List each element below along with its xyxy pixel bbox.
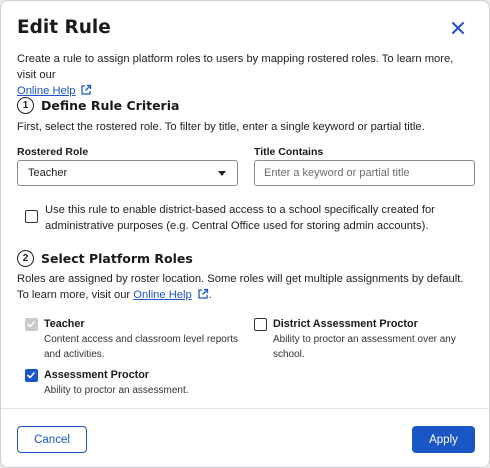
cancel-button[interactable]: Cancel: [17, 426, 87, 453]
rostered-role-value: Teacher: [28, 167, 68, 179]
section1-description: First, select the rostered role. To filt…: [17, 121, 425, 133]
teacher-role-checkbox: [25, 318, 38, 331]
district-access-checkbox[interactable]: [25, 210, 38, 223]
edit-rule-dialog: Edit Rule Create a rule to assign platfo…: [0, 0, 490, 468]
external-link-icon[interactable]: [197, 288, 209, 300]
checkmark-icon: [26, 371, 36, 379]
intro-text-block: Create a rule to assign platform roles t…: [17, 51, 475, 99]
section2-description-block: Roles are assigned by roster location. S…: [17, 273, 464, 301]
title-contains-label: Title Contains: [254, 146, 324, 158]
close-button[interactable]: [449, 19, 467, 37]
step-number-badge: 1: [17, 96, 34, 114]
section-select-platform-roles: 2 Select Platform Roles: [17, 248, 193, 268]
dialog-title: Edit Rule: [17, 17, 111, 38]
step-number-badge: 2: [17, 249, 34, 267]
assessment-proctor-name: Assessment Proctor: [44, 369, 150, 381]
teacher-role-description: Content access and classroom level repor…: [44, 334, 238, 360]
section-title: Define Rule Criteria: [41, 97, 180, 113]
online-help-link[interactable]: Online Help: [133, 289, 191, 301]
section-define-rule-criteria: 1 Define Rule Criteria: [17, 95, 179, 115]
checkmark-icon: [26, 320, 36, 328]
footer-divider: [1, 408, 489, 409]
dialog-header: Edit Rule: [17, 17, 473, 41]
intro-text: Create a rule to assign platform roles t…: [17, 53, 454, 81]
close-icon: [452, 22, 464, 34]
section2-description: Roles are assigned by roster location. S…: [17, 273, 464, 301]
rostered-role-label: Rostered Role: [17, 146, 89, 158]
district-assessment-proctor-name: District Assessment Proctor: [273, 318, 418, 330]
assessment-proctor-checkbox[interactable]: [25, 369, 38, 382]
apply-button[interactable]: Apply: [412, 426, 475, 453]
chevron-down-icon: [218, 171, 226, 176]
section-title: Select Platform Roles: [41, 250, 193, 266]
teacher-role-name: Teacher: [44, 318, 85, 330]
district-access-checkbox-label: Use this rule to enable district-based a…: [45, 204, 435, 232]
district-assessment-proctor-checkbox[interactable]: [254, 318, 267, 331]
district-assessment-proctor-description: Ability to proctor an assessment over an…: [273, 334, 456, 360]
assessment-proctor-description: Ability to proctor an assessment.: [44, 385, 189, 396]
rostered-role-select[interactable]: Teacher: [17, 160, 238, 186]
title-contains-input[interactable]: [254, 160, 475, 186]
